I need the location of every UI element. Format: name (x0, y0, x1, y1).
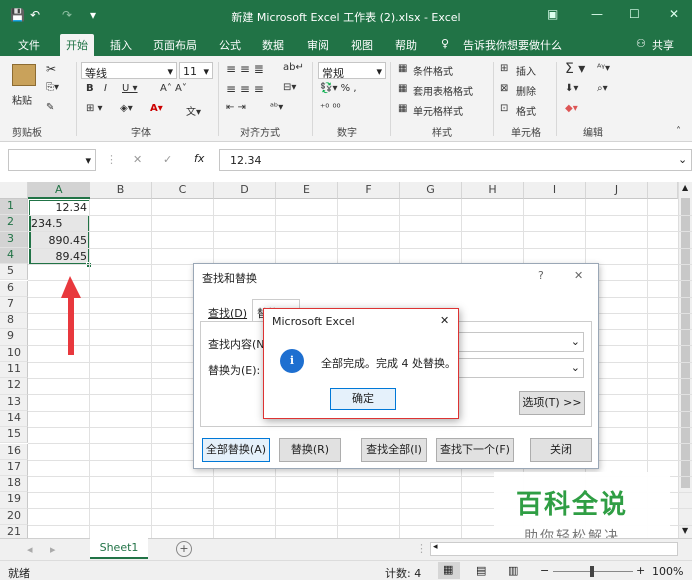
find-all-button[interactable]: 查找全部(I) (361, 438, 427, 462)
page-layout-view-icon[interactable]: ▤ (476, 564, 486, 577)
sheet-prev-icon[interactable]: ◂ (27, 543, 33, 556)
options-button[interactable]: 选项(T) >> (519, 391, 585, 415)
zoom-out-button[interactable]: − (540, 564, 549, 577)
red-arrow-up (61, 276, 81, 355)
message-title: Microsoft Excel (272, 315, 355, 328)
close-button[interactable]: 关闭 (530, 438, 592, 462)
scroll-left-icon[interactable]: ◂ (433, 542, 438, 552)
replace-button[interactable]: 替换(R) (279, 438, 341, 462)
tab-splitter[interactable]: ⋮ (416, 542, 427, 555)
status-count: 计数: 4 (385, 567, 422, 580)
find-dialog-title: 查找和替换 (202, 272, 257, 285)
zoom-in-button[interactable]: + (636, 564, 645, 577)
message-close-button[interactable]: ✕ (440, 314, 449, 327)
zoom-level[interactable]: 100% (652, 565, 683, 578)
status-bar: 就绪 计数: 4 ▦ ▤ ▥ − + 100% (0, 560, 692, 580)
info-icon: i (280, 349, 304, 373)
message-text: 全部完成。完成 4 处替换。 (321, 357, 456, 370)
zoom-slider-thumb[interactable] (590, 566, 594, 577)
status-ready: 就绪 (8, 567, 30, 580)
tab-find[interactable]: 查找(D) (208, 305, 247, 321)
add-sheet-button[interactable]: + (176, 541, 192, 557)
replace-with-label: 替换为(E): (208, 364, 261, 377)
find-dialog-close-button[interactable]: ✕ (574, 269, 583, 282)
sheet-tab-bar: ◂ ▸ Sheet1 + ⋮ ◂ (0, 538, 692, 560)
find-next-button[interactable]: 查找下一个(F) (436, 438, 514, 462)
help-button[interactable]: ? (538, 269, 544, 282)
page-break-view-icon[interactable]: ▥ (508, 564, 518, 577)
ok-button[interactable]: 确定 (330, 388, 396, 410)
replace-all-button[interactable]: 全部替换(A) (202, 438, 270, 462)
find-what-label: 查找内容(N) (208, 338, 269, 351)
normal-view-button[interactable]: ▦ (438, 562, 460, 579)
message-box: Microsoft Excel ✕ i 全部完成。完成 4 处替换。 确定 (263, 308, 459, 419)
sheet-tab-sheet1[interactable]: Sheet1 (90, 538, 148, 559)
watermark-title: 百科全说 (516, 490, 629, 520)
find-what-input[interactable]: ⌄ (456, 332, 584, 352)
replace-with-input[interactable]: ⌄ (456, 358, 584, 378)
horizontal-scrollbar[interactable]: ◂ (430, 542, 678, 556)
sheet-next-icon[interactable]: ▸ (50, 543, 56, 556)
normal-view-icon: ▦ (443, 563, 454, 576)
